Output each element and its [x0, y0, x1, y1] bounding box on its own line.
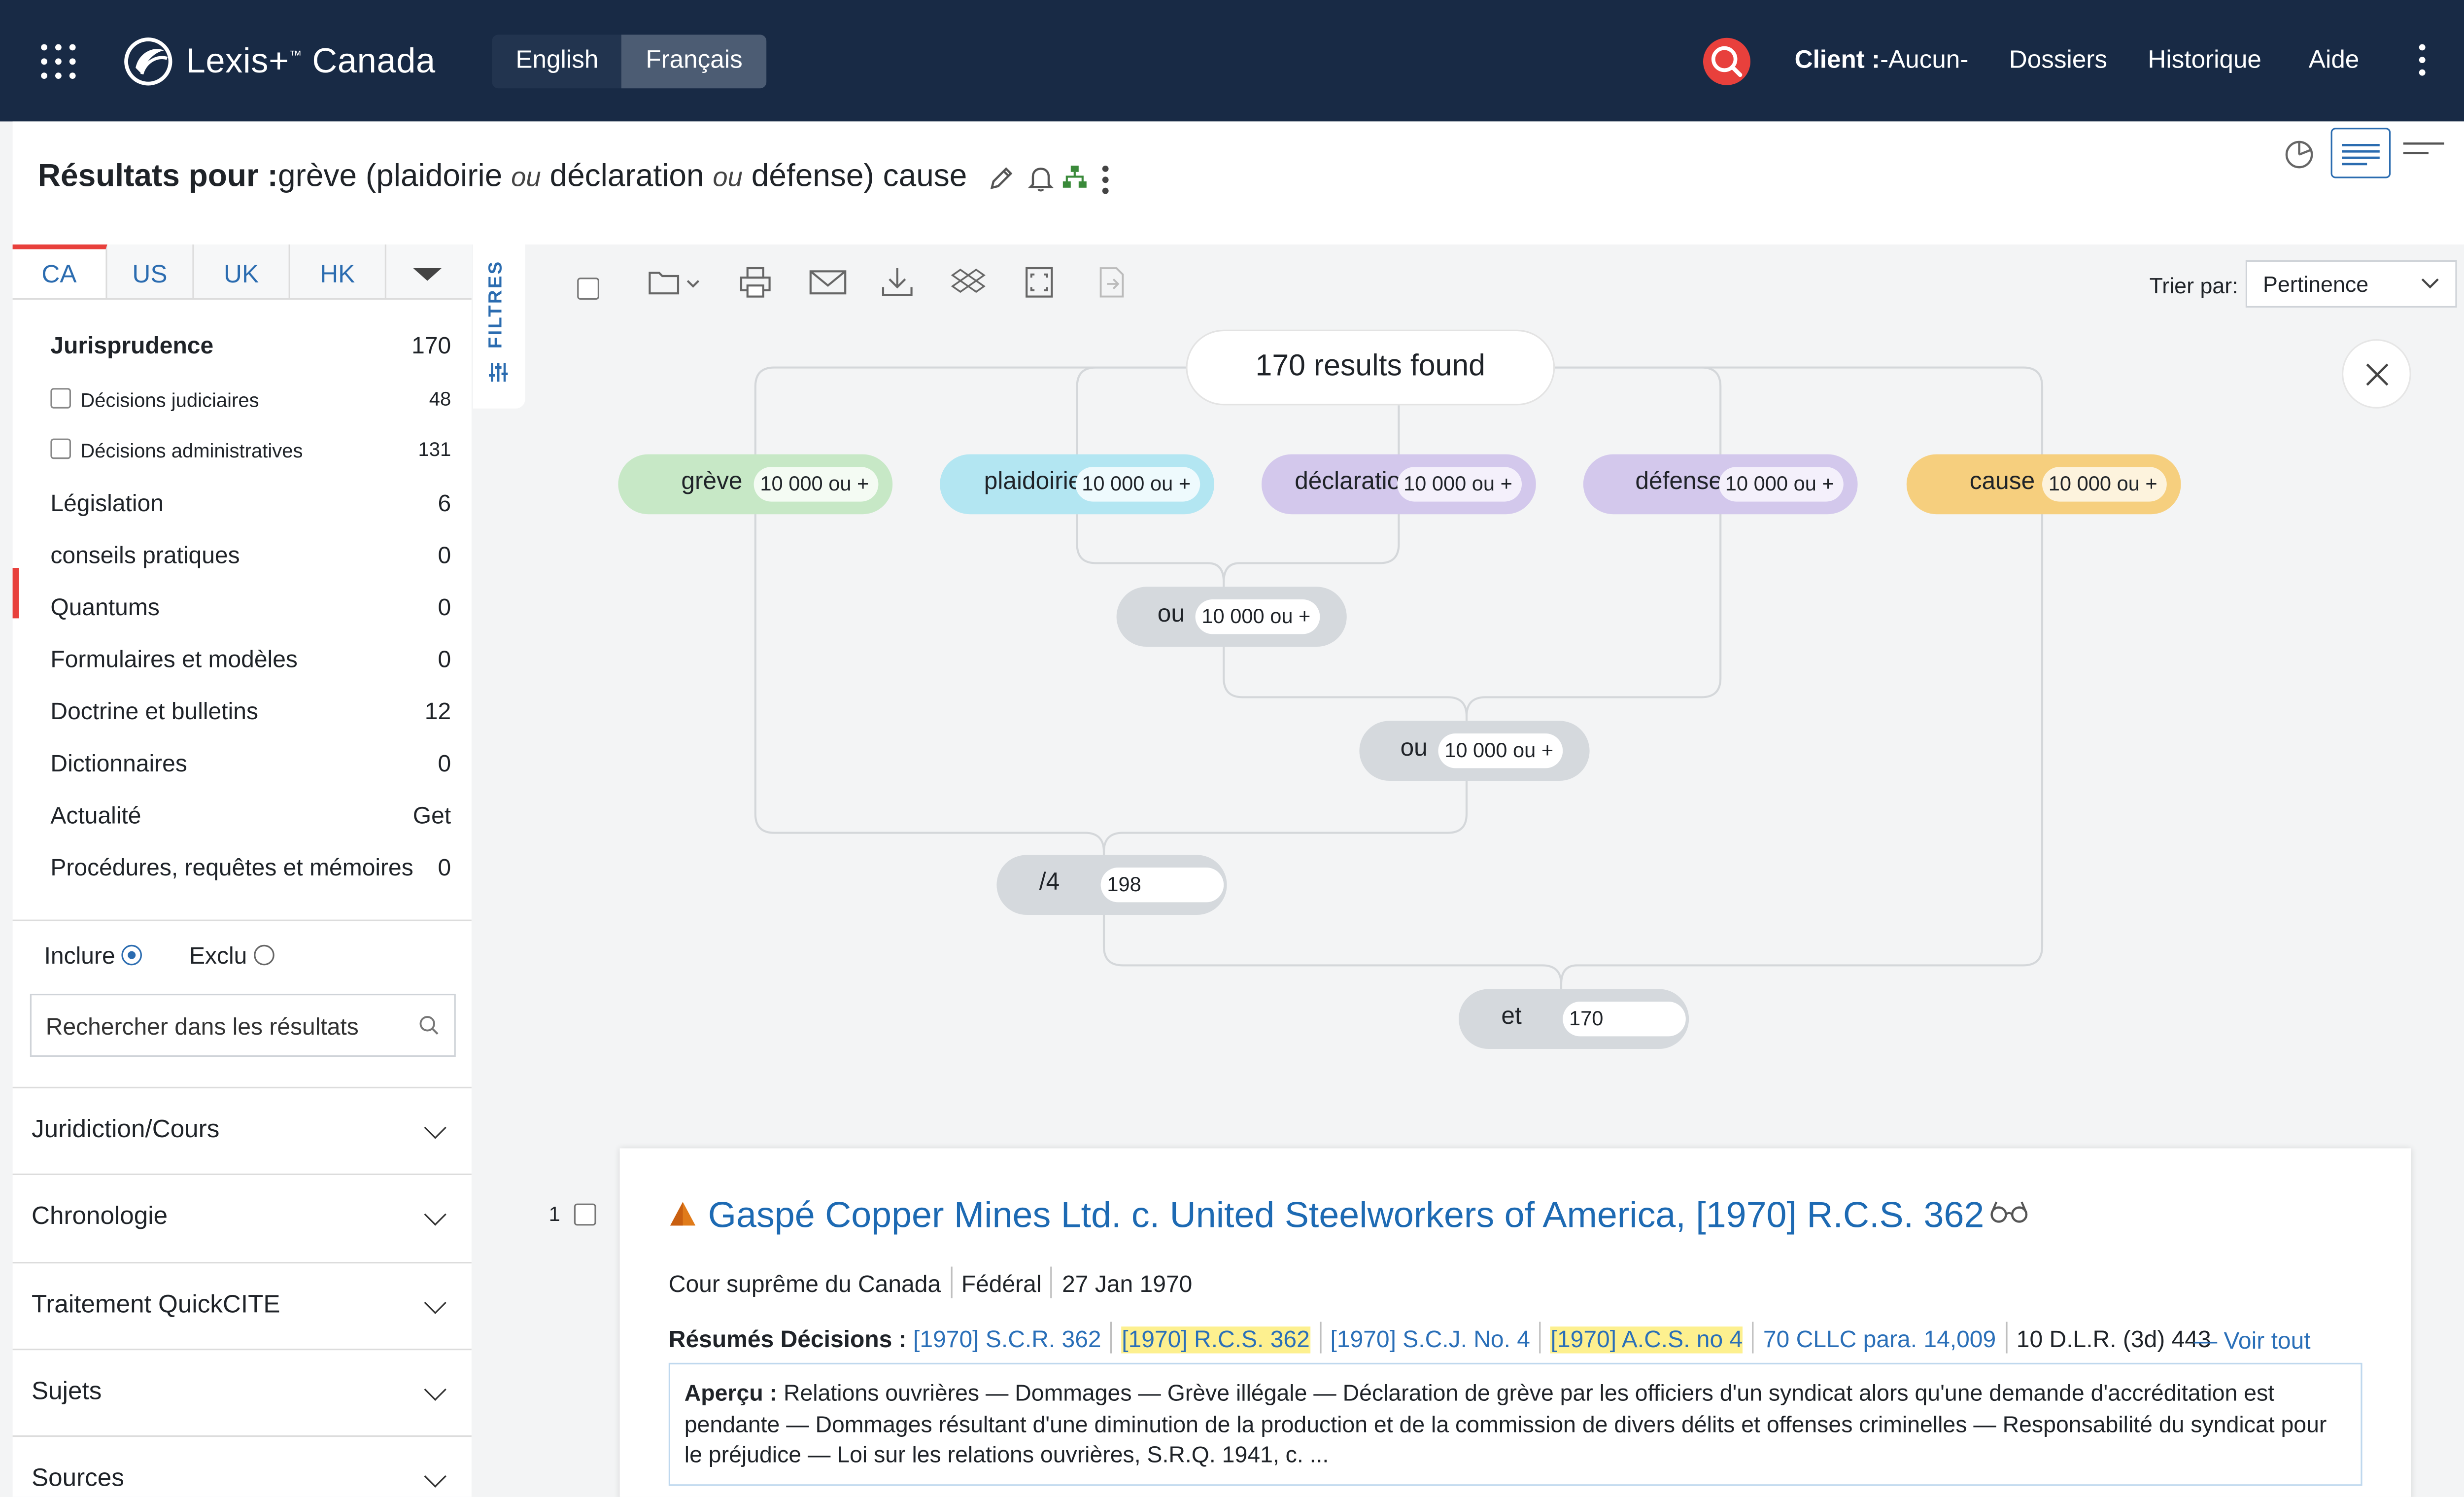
result-title-link[interactable]: Gaspé Copper Mines Ltd. c. United Steelw… [708, 1194, 1985, 1236]
term-node-defense[interactable]: défense 10 000 ou + [1583, 454, 1858, 515]
warning-triangle-icon[interactable] [669, 1200, 697, 1227]
results-found-pill: 170 results found [1186, 329, 1555, 406]
operator-node-ou-1[interactable]: ou 10 000 ou + [1116, 587, 1347, 647]
term-node-cause[interactable]: cause 10 000 ou + [1906, 454, 2181, 515]
result-summaries: Résumés Décisions : [1970] S.C.R. 362 [19… [669, 1322, 2211, 1354]
term-node-greve[interactable]: grève 10 000 ou + [618, 454, 893, 515]
close-icon [2366, 363, 2389, 386]
result-overview-box: Aperçu : Relations ouvrières — Dommages … [668, 1362, 2362, 1486]
operator-node-proximity[interactable]: /4 198 [996, 855, 1227, 915]
result-court: Cour suprême du Canada [668, 1271, 941, 1298]
overview-text: Relations ouvrières — Dommages — Grève i… [684, 1382, 2327, 1469]
citation-link[interactable]: [1970] R.C.S. 362 [1122, 1326, 1310, 1354]
result-jurisdiction: Fédéral [961, 1271, 1042, 1298]
see-all-citations-link[interactable]: — Voir tout [2193, 1328, 2310, 1355]
overview-label: Aperçu : [684, 1382, 778, 1407]
citation-link[interactable]: [1970] S.C.R. 362 [913, 1326, 1101, 1353]
citation-link[interactable]: 70 CLLC para. 14,009 [1763, 1326, 1996, 1353]
preview-glasses-icon[interactable] [1988, 1199, 2029, 1224]
close-query-map-button[interactable] [2342, 339, 2411, 409]
result-number: 1 [548, 1202, 560, 1226]
operator-node-et[interactable]: et 170 [1459, 989, 1689, 1049]
citation-text: 10 D.L.R. (3d) 443 [2016, 1326, 2211, 1354]
citation-link[interactable]: [1970] S.C.J. No. 4 [1330, 1326, 1530, 1353]
result-select-checkbox[interactable] [574, 1203, 596, 1226]
result-metadata: Cour suprême du Canada Fédéral 27 Jan 1970 [668, 1266, 1193, 1298]
operator-node-ou-2[interactable]: ou 10 000 ou + [1359, 721, 1590, 781]
term-node-plaidoirie[interactable]: plaidoirie 10 000 ou + [940, 454, 1214, 515]
citation-link[interactable]: [1970] A.C.S. no 4 [1550, 1326, 1743, 1354]
result-date: 27 Jan 1970 [1062, 1271, 1193, 1298]
term-node-declaration[interactable]: déclaration 10 000 ou + [1262, 454, 1536, 515]
